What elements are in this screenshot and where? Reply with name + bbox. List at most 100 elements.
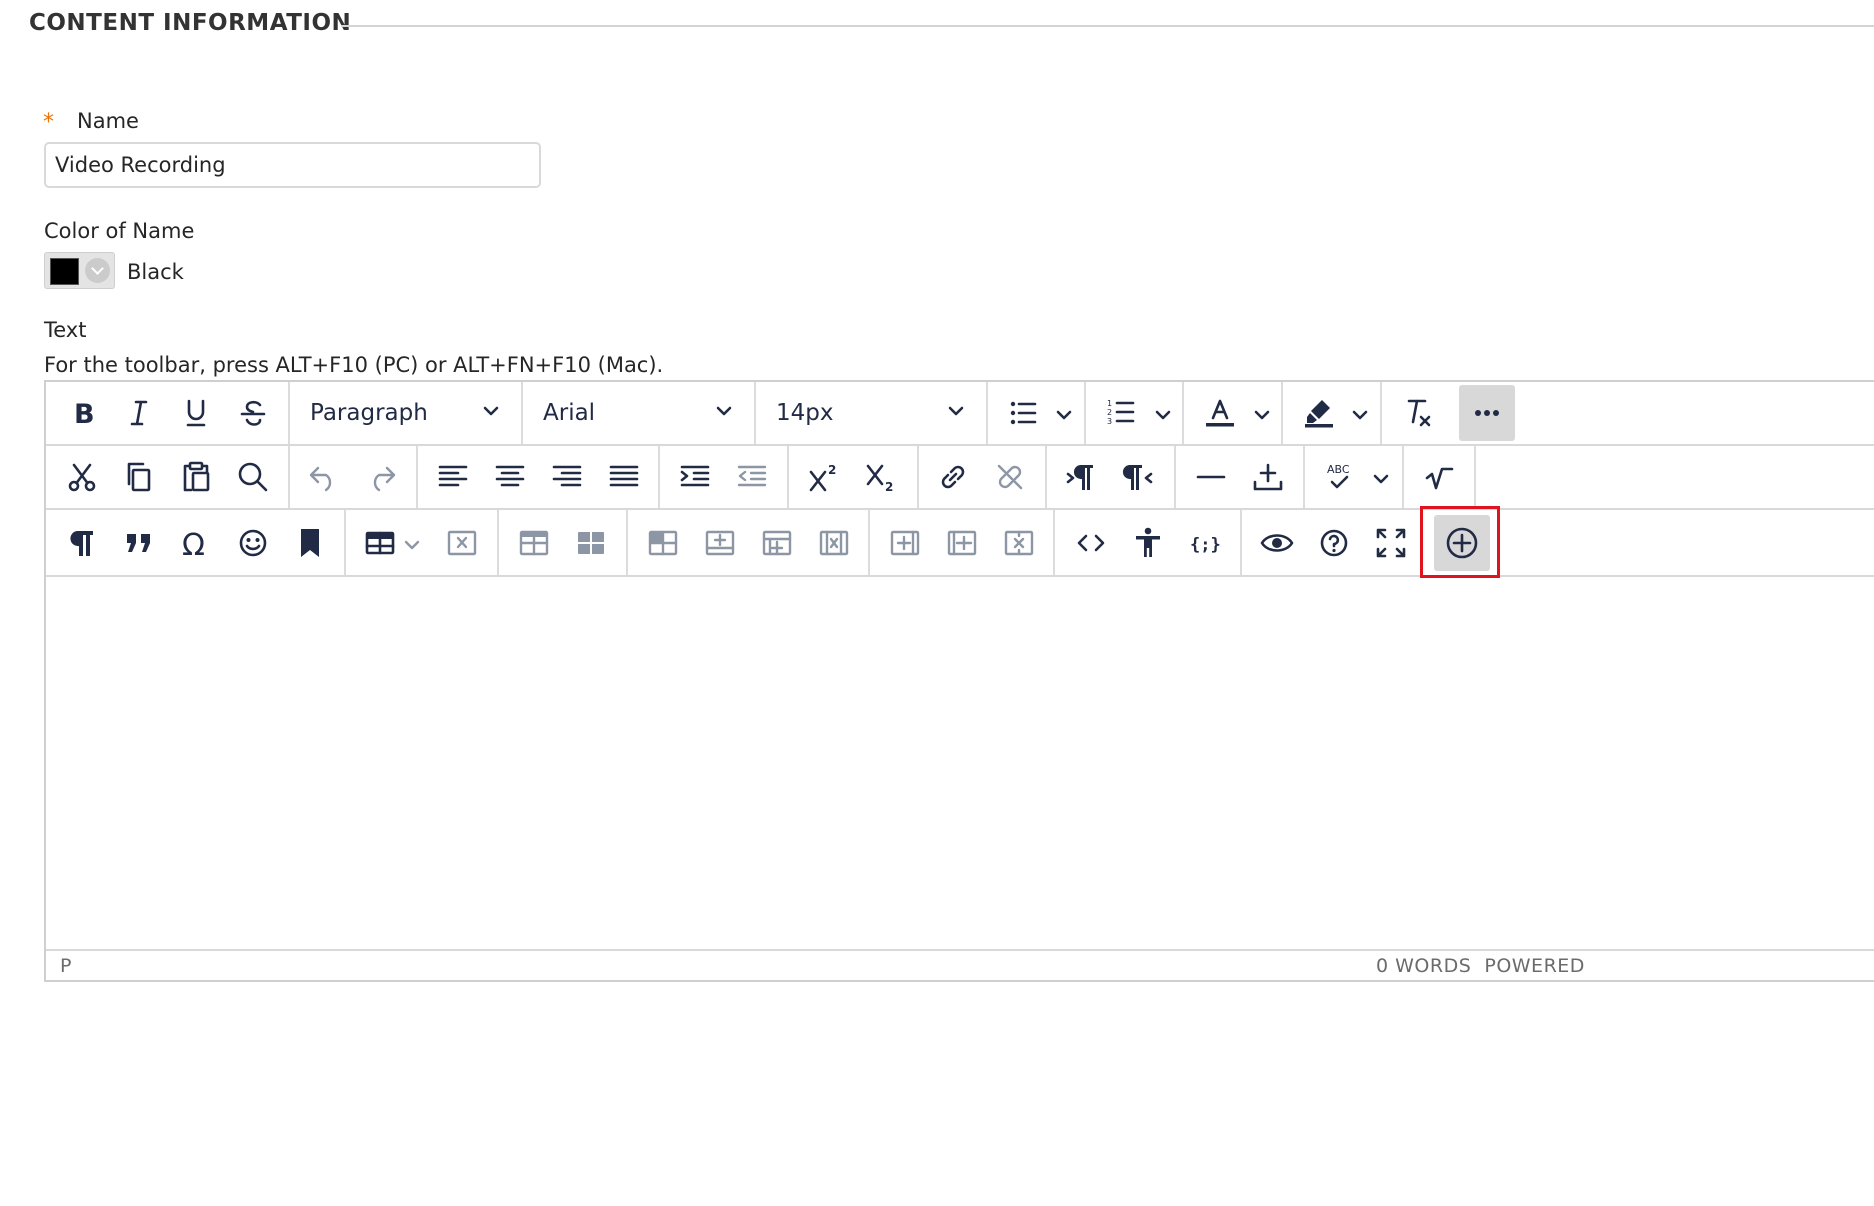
preview-icon[interactable] xyxy=(1252,518,1302,568)
fullscreen-icon[interactable] xyxy=(1366,518,1416,568)
outdent-icon[interactable] xyxy=(727,452,777,502)
svg-text:{;}: {;} xyxy=(1190,535,1221,555)
toolbar-separator xyxy=(986,382,988,444)
svg-text:2: 2 xyxy=(828,463,836,477)
powered-by-link[interactable]: POWERED xyxy=(1484,955,1585,977)
numbered-list-icon[interactable]: 123 xyxy=(1097,388,1147,438)
code-sample-icon[interactable]: {;} xyxy=(1180,518,1230,568)
svg-text:ABC: ABC xyxy=(1327,463,1350,476)
copy-icon[interactable] xyxy=(114,452,164,502)
name-input[interactable] xyxy=(44,142,541,188)
font-family-select[interactable]: Arial xyxy=(523,382,754,444)
clear-formatting-icon[interactable] xyxy=(1392,388,1442,438)
chevron-down-icon[interactable] xyxy=(1254,410,1270,420)
insert-col-before-icon[interactable] xyxy=(880,518,930,568)
rtl-icon[interactable] xyxy=(1113,452,1163,502)
toolbar-separator xyxy=(1303,446,1305,508)
table-icon[interactable] xyxy=(355,518,405,568)
chevron-down-icon[interactable] xyxy=(1056,410,1072,420)
italic-icon[interactable] xyxy=(114,388,164,438)
editor-status-bar: P 0 WORDS POWERED xyxy=(46,949,1874,980)
search-icon[interactable] xyxy=(228,452,278,502)
help-icon[interactable] xyxy=(1309,518,1359,568)
block-format-value: Paragraph xyxy=(310,400,428,426)
bullet-list-icon[interactable] xyxy=(999,388,1049,438)
insert-row-after-icon[interactable] xyxy=(752,518,802,568)
toolbar-separator xyxy=(416,446,418,508)
svg-text:Ω: Ω xyxy=(182,528,205,563)
svg-text:1: 1 xyxy=(1107,399,1112,408)
emoji-icon[interactable] xyxy=(228,518,278,568)
undo-icon[interactable] xyxy=(298,452,348,502)
ltr-icon[interactable] xyxy=(1056,452,1106,502)
toolbar-row-2: 2 2 ABC xyxy=(46,446,1874,510)
subscript-icon[interactable]: 2 xyxy=(856,452,906,502)
section-title: CONTENT INFORMATION xyxy=(29,10,352,36)
toolbar-separator xyxy=(1045,446,1047,508)
toolbar-separator xyxy=(626,510,628,575)
chevron-down-icon xyxy=(716,406,732,416)
svg-text:3: 3 xyxy=(1107,417,1112,426)
spellcheck-icon[interactable]: ABC xyxy=(1314,452,1364,502)
align-center-icon[interactable] xyxy=(485,452,535,502)
toolbar-separator xyxy=(868,510,870,575)
editor-content-area[interactable] xyxy=(46,577,1874,951)
strikethrough-icon[interactable] xyxy=(228,388,278,438)
color-value-label: Black xyxy=(127,260,184,284)
source-code-icon[interactable] xyxy=(1066,518,1116,568)
toolbar-separator xyxy=(1474,446,1476,508)
toolbar-separator xyxy=(1174,446,1176,508)
color-of-name-label: Color of Name xyxy=(44,219,195,243)
toolbar-separator xyxy=(288,446,290,508)
redo-icon[interactable] xyxy=(357,452,407,502)
blockquote-icon[interactable] xyxy=(114,518,164,568)
link-icon[interactable] xyxy=(928,452,978,502)
horizontal-rule-icon[interactable] xyxy=(1186,452,1236,502)
underline-icon[interactable] xyxy=(171,388,221,438)
accessibility-icon[interactable] xyxy=(1123,518,1173,568)
delete-row-icon[interactable] xyxy=(809,518,859,568)
toolbar-separator xyxy=(1053,510,1055,575)
chevron-down-icon[interactable] xyxy=(1155,410,1171,420)
bold-icon[interactable]: B xyxy=(58,388,108,438)
bookmark-icon[interactable] xyxy=(285,518,335,568)
insert-col-after-icon[interactable] xyxy=(937,518,987,568)
delete-table-icon[interactable] xyxy=(437,518,487,568)
align-justify-icon[interactable] xyxy=(599,452,649,502)
toolbar-separator xyxy=(1182,382,1184,444)
chevron-down-icon[interactable] xyxy=(1352,410,1368,420)
cut-icon[interactable] xyxy=(57,452,107,502)
chevron-down-icon[interactable] xyxy=(1373,474,1389,484)
block-format-select[interactable]: Paragraph xyxy=(290,382,521,444)
paragraph-mark-icon[interactable] xyxy=(57,518,107,568)
name-label: Name xyxy=(77,109,139,133)
chevron-down-icon[interactable] xyxy=(404,540,420,550)
special-char-icon[interactable]: Ω xyxy=(171,518,221,568)
toolbar-separator xyxy=(497,510,499,575)
element-path[interactable]: P xyxy=(60,955,71,977)
table-cell-props-icon[interactable] xyxy=(566,518,616,568)
more-icon[interactable] xyxy=(1459,385,1515,441)
align-left-icon[interactable] xyxy=(428,452,478,502)
delete-col-icon[interactable] xyxy=(994,518,1044,568)
font-size-select[interactable]: 14px xyxy=(756,382,986,444)
insert-file-icon[interactable] xyxy=(1243,452,1293,502)
align-right-icon[interactable] xyxy=(542,452,592,502)
indent-icon[interactable] xyxy=(670,452,720,502)
insert-row-before-icon[interactable] xyxy=(695,518,745,568)
table-row-props-icon[interactable] xyxy=(509,518,559,568)
toolbar-separator xyxy=(917,446,919,508)
highlight-icon[interactable] xyxy=(1294,388,1344,438)
merge-cells-icon[interactable] xyxy=(638,518,688,568)
superscript-icon[interactable]: 2 xyxy=(799,452,849,502)
required-indicator: * xyxy=(43,110,54,135)
math-icon[interactable] xyxy=(1414,452,1464,502)
paste-icon[interactable] xyxy=(171,452,221,502)
add-content-icon[interactable] xyxy=(1434,515,1490,571)
toolbar-separator xyxy=(1281,382,1283,444)
toolbar-separator xyxy=(787,446,789,508)
toolbar-separator xyxy=(1402,446,1404,508)
unlink-icon[interactable] xyxy=(985,452,1035,502)
color-picker[interactable] xyxy=(44,252,115,289)
text-color-icon[interactable] xyxy=(1195,388,1245,438)
